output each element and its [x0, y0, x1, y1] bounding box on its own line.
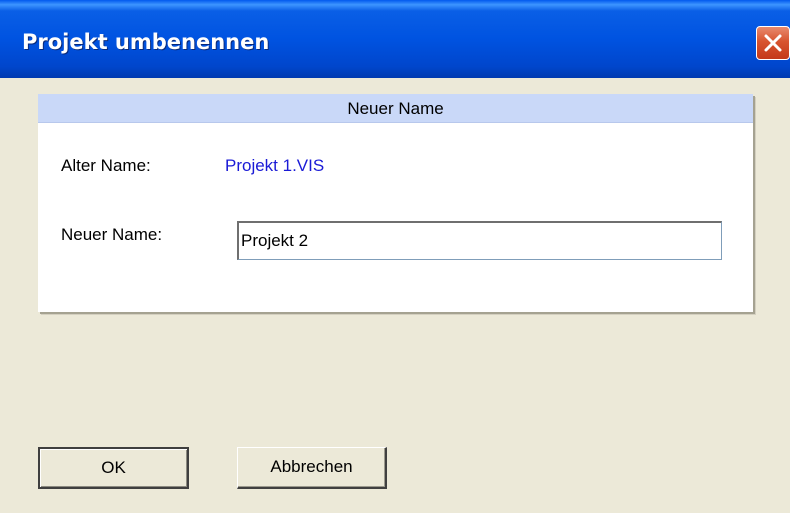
close-icon [764, 34, 782, 52]
cancel-button-label: Abbrechen [270, 457, 353, 476]
rename-panel: Neuer Name Alter Name: Projekt 1.VIS Neu… [38, 94, 753, 312]
panel-header-label: Neuer Name [347, 99, 444, 118]
ok-button-label: OK [101, 458, 126, 477]
cancel-button[interactable]: Abbrechen [237, 447, 387, 489]
ok-button[interactable]: OK [38, 447, 189, 489]
old-name-value: Projekt 1.VIS [225, 156, 325, 175]
close-button[interactable] [756, 26, 790, 60]
panel-header: Neuer Name [38, 94, 753, 123]
title-bar[interactable]: Projekt umbenennen [0, 0, 790, 78]
new-name-label: Neuer Name: [61, 225, 163, 244]
window-title: Projekt umbenennen [22, 30, 270, 54]
new-name-input[interactable] [237, 221, 722, 260]
old-name-label: Alter Name: [61, 156, 151, 175]
